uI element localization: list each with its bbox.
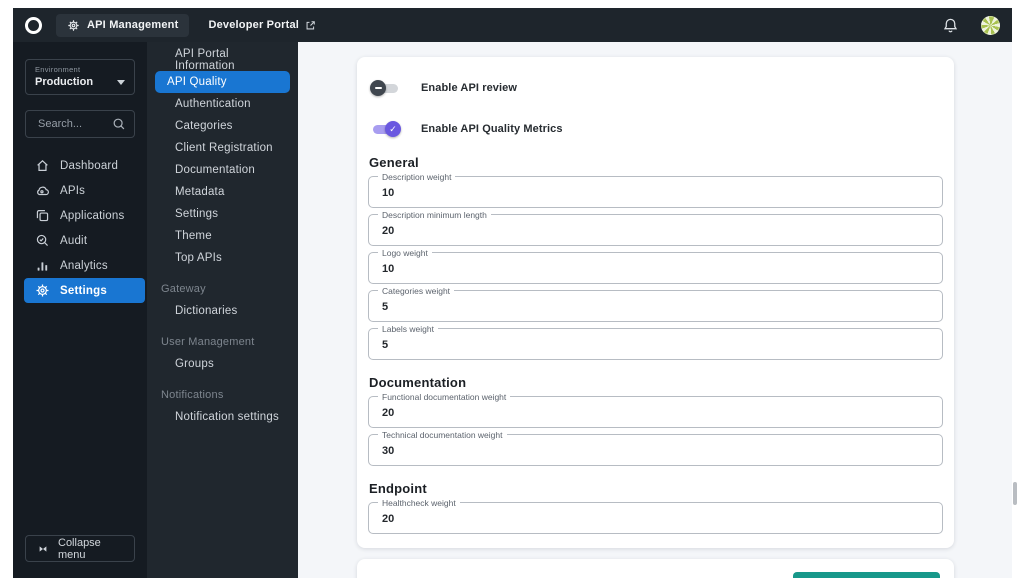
field-input[interactable] (380, 512, 932, 526)
field-input[interactable] (380, 186, 932, 200)
settings-menu-item[interactable]: Documentation (155, 159, 290, 181)
environment-label: Environment (35, 65, 81, 74)
applications-icon (35, 208, 50, 223)
sidebar-item-audit[interactable]: Audit (24, 228, 145, 253)
weight-field: Labels weight (368, 324, 943, 360)
weight-field: Description weight (368, 172, 943, 208)
main-sidebar: Environment Production Dashboard APIs Ap… (13, 42, 147, 578)
field-input[interactable] (380, 406, 932, 420)
settings-menu-item[interactable]: Settings (155, 203, 290, 225)
field-label: Functional documentation weight (378, 392, 511, 402)
sidebar-search (25, 110, 135, 138)
field-label: Labels weight (378, 324, 438, 334)
notifications-bell-icon[interactable] (942, 17, 959, 34)
manual-rules-title: Manual rules (367, 578, 449, 579)
product-switcher[interactable]: API Management (56, 13, 190, 37)
settings-menu-section-header: User Management (161, 336, 255, 348)
external-link-icon (305, 20, 316, 31)
field-label: Description minimum length (378, 210, 491, 220)
top-bar: API Management Developer Portal (13, 8, 1012, 42)
weight-field: Description minimum length (368, 210, 943, 246)
section-title: Documentation (369, 375, 467, 390)
settings-menu-item[interactable]: API Quality (155, 71, 290, 93)
gear-icon (35, 283, 50, 298)
section-title: General (369, 155, 419, 170)
analytics-icon (35, 258, 50, 273)
search-input[interactable] (36, 117, 112, 131)
collapse-icon (37, 543, 49, 555)
sidebar-item-analytics[interactable]: Analytics (24, 253, 145, 278)
add-quality-rule-button[interactable]: + Add new quality rule (792, 572, 940, 578)
sidebar-item-dashboard[interactable]: Dashboard (24, 153, 145, 178)
field-label: Logo weight (378, 248, 432, 258)
field-label: Healthcheck weight (378, 498, 460, 508)
settings-menu-item[interactable]: Top APIs (155, 247, 290, 269)
environment-selector[interactable]: Environment Production (25, 59, 135, 95)
search-icon[interactable] (112, 117, 126, 131)
section-title: Endpoint (369, 481, 427, 496)
sidebar-nav: Dashboard APIs Applications Audit Analyt… (13, 153, 147, 303)
toggle-switch[interactable]: ✓ (370, 120, 401, 138)
weight-field: Categories weight (368, 286, 943, 322)
settings-menu-item[interactable]: Categories (155, 115, 290, 137)
weight-field: Healthcheck weight (368, 498, 943, 534)
quality-sections: General Description weight Description m… (368, 155, 943, 534)
quality-settings-card: Enable API review ✓ Enable API Quality M… (357, 57, 954, 548)
toggle-row: Enable API review (370, 77, 943, 99)
portal-link-label: Developer Portal (208, 19, 300, 31)
field-label: Technical documentation weight (378, 430, 507, 440)
environment-value: Production (35, 76, 94, 88)
field-input[interactable] (380, 338, 932, 352)
settings-menu: API Portal Information API Quality Authent… (147, 42, 298, 578)
settings-menu-item[interactable]: API Portal Information (155, 48, 290, 72)
field-label: Description weight (378, 172, 456, 182)
weight-field: Functional documentation weight (368, 392, 943, 428)
gear-icon (67, 19, 80, 32)
sidebar-item-applications[interactable]: Applications (24, 203, 145, 228)
weight-field: Logo weight (368, 248, 943, 284)
field-input[interactable] (380, 224, 932, 238)
settings-menu-item[interactable]: Metadata (155, 181, 290, 203)
audit-icon (35, 233, 50, 248)
cloud-icon (35, 183, 50, 198)
settings-menu-section-header: Notifications (161, 389, 224, 401)
settings-menu-item[interactable]: Client Registration (155, 137, 290, 159)
page-scrollbar-thumb[interactable] (1013, 482, 1017, 505)
sidebar-item-settings[interactable]: Settings (24, 278, 145, 303)
settings-menu-item[interactable]: Dictionaries (155, 300, 290, 322)
toggle-row: ✓ Enable API Quality Metrics (370, 118, 943, 140)
app-window: API Management Developer Portal Environm… (13, 8, 1012, 578)
sidebar-item-apis[interactable]: APIs (24, 178, 145, 203)
toggle-switch[interactable] (370, 79, 401, 97)
settings-menu-item[interactable]: Authentication (155, 93, 290, 115)
collapse-menu-button[interactable]: Collapse menu (25, 535, 135, 562)
user-avatar[interactable] (981, 15, 1000, 35)
weight-field: Technical documentation weight (368, 430, 943, 466)
home-icon (35, 158, 50, 173)
field-input[interactable] (380, 300, 932, 314)
field-input[interactable] (380, 444, 932, 458)
product-name: API Management (87, 19, 179, 31)
settings-menu-item[interactable]: Groups (155, 353, 290, 375)
settings-menu-item[interactable]: Notification settings (155, 406, 290, 428)
main-content: Enable API review ✓ Enable API Quality M… (298, 42, 1005, 578)
toggle-label: Enable API review (421, 82, 518, 94)
quality-toggles: Enable API review ✓ Enable API Quality M… (368, 77, 943, 140)
collapse-menu-label: Collapse menu (58, 536, 101, 561)
toggle-label: Enable API Quality Metrics (421, 123, 563, 135)
field-label: Categories weight (378, 286, 455, 296)
settings-menu-item[interactable]: Theme (155, 225, 290, 247)
field-input[interactable] (380, 262, 932, 276)
developer-portal-link[interactable]: Developer Portal (208, 19, 316, 31)
manual-rules-card: Manual rules + Add new quality rule (357, 559, 954, 578)
gravitee-logo-icon (25, 16, 42, 34)
settings-menu-section-header: Gateway (161, 283, 206, 295)
chevron-down-icon (117, 79, 125, 85)
